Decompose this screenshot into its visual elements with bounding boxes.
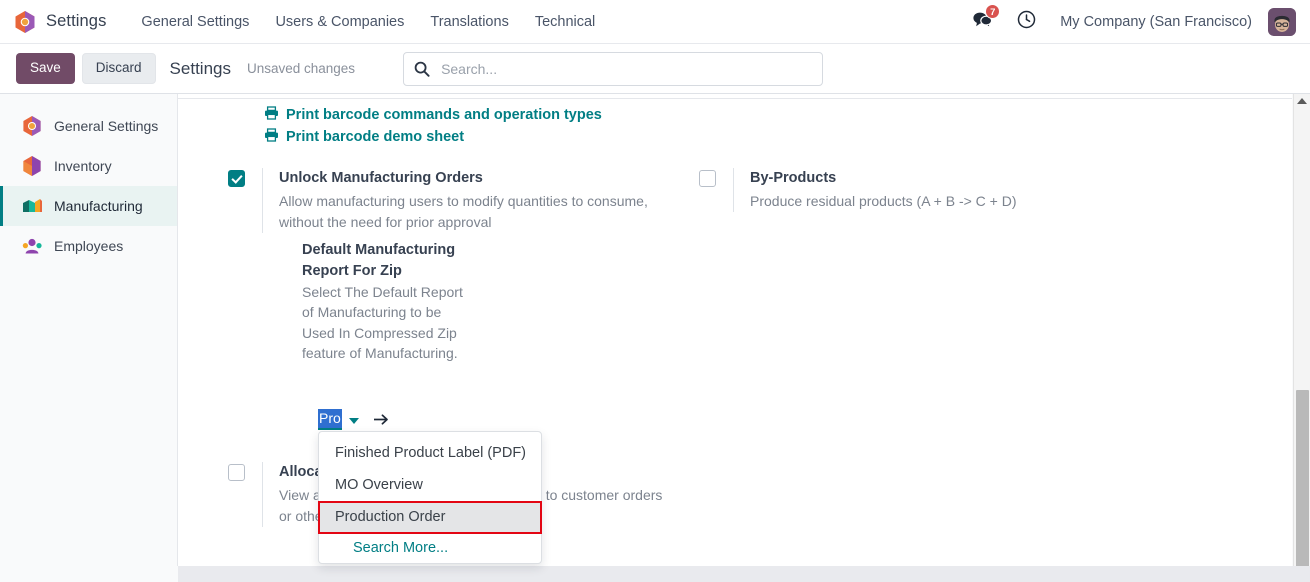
sidebar-item-label: Inventory — [54, 158, 112, 174]
sidebar-item-manufacturing[interactable]: Manufacturing — [0, 186, 177, 226]
setting-divider — [262, 168, 263, 233]
odoo-settings-logo-icon[interactable] — [14, 10, 36, 34]
default-manufacturing-report-field-group: Default Manufacturing Report For Zip Sel… — [302, 240, 532, 364]
messages-button[interactable]: 7 — [960, 3, 1005, 33]
setting-description: Allow manufacturing users to modify quan… — [279, 192, 648, 230]
search-box[interactable] — [403, 51, 824, 86]
arrow-right-icon[interactable] — [373, 413, 389, 426]
unlock-manufacturing-orders-checkbox[interactable] — [228, 170, 245, 187]
messages-badge-count: 7 — [985, 3, 1001, 19]
sidebar-item-general-settings[interactable]: General Settings — [0, 106, 177, 146]
top-navbar: Settings General Settings Users & Compan… — [0, 0, 1310, 44]
vertical-scrollbar[interactable] — [1293, 94, 1310, 570]
clock-icon — [1017, 10, 1036, 34]
default-manufacturing-report-input-row[interactable]: Pro — [318, 409, 389, 430]
barcode-links-group: Print barcode commands and operation typ… — [264, 106, 602, 150]
unsaved-changes-status: Unsaved changes — [246, 61, 356, 76]
discard-button[interactable]: Discard — [81, 53, 156, 84]
navbar-right-group: 7 My Company (San Francisco) — [960, 3, 1296, 36]
setting-description: Produce residual products (A + B -> C + … — [750, 192, 1017, 209]
print-barcode-commands-label: Print barcode commands and operation typ… — [286, 107, 602, 123]
sidebar-item-label: Employees — [54, 238, 124, 254]
control-panel: Save Discard Settings Unsaved changes — [0, 44, 1310, 94]
printer-icon — [264, 128, 279, 146]
settings-app-icon — [21, 115, 43, 137]
app-name[interactable]: Settings — [46, 12, 106, 31]
setting-by-products: By-Products Produce residual products (A… — [699, 168, 1159, 212]
chevron-down-icon[interactable] — [348, 417, 359, 424]
setting-divider — [733, 168, 734, 212]
dropdown-option-mo-overview[interactable]: MO Overview — [319, 470, 541, 502]
inventory-app-icon — [21, 155, 43, 177]
default-manufacturing-report-label: Default Manufacturing Report For Zip — [302, 242, 456, 279]
section-divider — [178, 98, 1292, 99]
sidebar-item-label: General Settings — [54, 118, 159, 134]
sidebar-item-employees[interactable]: Employees — [0, 226, 177, 266]
print-barcode-demo-sheet-label: Print barcode demo sheet — [286, 129, 465, 145]
setting-title: By-Products — [750, 170, 837, 186]
settings-sidebar: General Settings Inventory Manufacturing… — [0, 94, 178, 582]
by-products-checkbox[interactable] — [699, 170, 716, 187]
default-manufacturing-report-value[interactable]: Pro — [318, 409, 342, 430]
dropdown-search-more[interactable]: Search More... — [319, 533, 541, 559]
bottom-bar-sidebar-fill — [0, 566, 178, 582]
search-input[interactable] — [439, 59, 813, 78]
vertical-scroll-thumb[interactable] — [1296, 390, 1309, 570]
manufacturing-app-icon — [21, 195, 43, 217]
settings-content: General Settings Inventory Manufacturing… — [0, 94, 1310, 582]
clipped-link-label: Print barcode commands and operation typ… — [268, 94, 584, 106]
activities-button[interactable] — [1005, 10, 1048, 34]
menu-translations[interactable]: Translations — [417, 0, 521, 44]
allocation-reports-checkbox[interactable] — [228, 464, 245, 481]
employees-app-icon — [21, 235, 43, 257]
dropdown-option-finished-product-label[interactable]: Finished Product Label (PDF) — [319, 438, 541, 470]
menu-technical[interactable]: Technical — [522, 0, 608, 44]
menu-users-companies[interactable]: Users & Companies — [262, 0, 417, 44]
save-button[interactable]: Save — [16, 53, 75, 84]
setting-title: Unlock Manufacturing Orders — [279, 170, 483, 186]
company-switcher[interactable]: My Company (San Francisco) — [1048, 14, 1264, 30]
settings-main-pane: Print barcode commands and operation typ… — [178, 94, 1292, 582]
print-barcode-commands-link[interactable]: Print barcode commands and operation typ… — [264, 106, 602, 124]
dropdown-option-production-order[interactable]: Production Order — [318, 500, 542, 535]
sidebar-item-label: Manufacturing — [54, 198, 143, 214]
menu-general-settings[interactable]: General Settings — [128, 0, 262, 44]
bottom-bar — [0, 566, 1310, 582]
setting-unlock-manufacturing-orders: Unlock Manufacturing Orders Allow manufa… — [228, 168, 688, 233]
printer-icon — [264, 106, 279, 124]
page-title: Settings — [169, 58, 231, 78]
default-manufacturing-report-dropdown[interactable]: Finished Product Label (PDF) MO Overview… — [318, 431, 542, 565]
search-icon — [414, 61, 430, 77]
sidebar-item-inventory[interactable]: Inventory — [0, 146, 177, 186]
print-barcode-demo-sheet-link[interactable]: Print barcode demo sheet — [264, 128, 602, 146]
avatar[interactable] — [1268, 7, 1296, 36]
caret-up-icon[interactable] — [1297, 98, 1307, 104]
default-manufacturing-report-help: Select The Default Report of Manufacturi… — [302, 283, 463, 362]
setting-divider — [262, 462, 263, 527]
